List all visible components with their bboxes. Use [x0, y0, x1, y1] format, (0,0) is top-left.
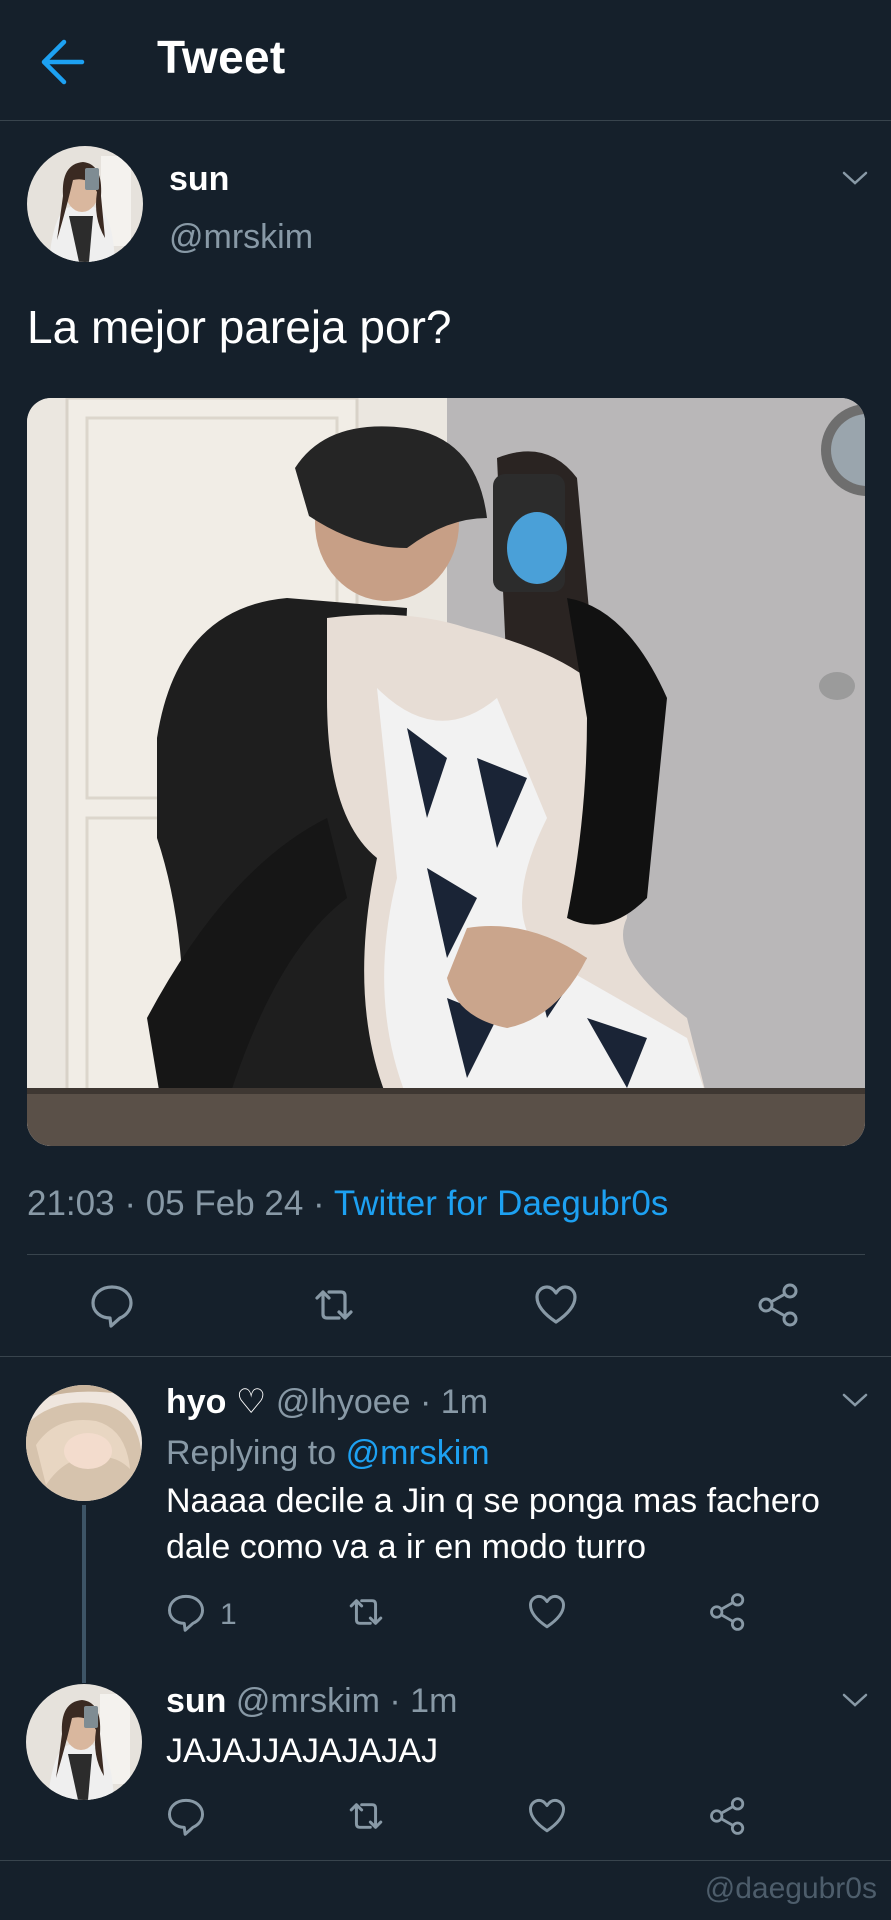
replying-to-handle[interactable]: @mrskim: [346, 1434, 490, 1472]
retweet-icon[interactable]: [346, 1592, 390, 1636]
thread-line: [82, 1505, 86, 1683]
retweet-icon[interactable]: [346, 1796, 390, 1840]
reply-author-name[interactable]: hyo: [166, 1383, 226, 1421]
replying-to: Replying to @mrskim: [166, 1434, 490, 1473]
share-icon[interactable]: [708, 1796, 752, 1840]
meta-dot: ·: [303, 1184, 334, 1223]
like-icon[interactable]: [533, 1282, 579, 1328]
replying-to-label: Replying to: [166, 1434, 337, 1472]
tweet-meta: 21:03 · 05 Feb 24 · Twitter for Daegubr0…: [27, 1184, 668, 1224]
divider: [0, 1860, 891, 1861]
share-icon[interactable]: [756, 1282, 802, 1328]
chevron-down-icon[interactable]: [840, 1690, 870, 1710]
author-avatar[interactable]: [27, 146, 143, 262]
arrow-left-icon[interactable]: [34, 36, 90, 88]
reply-author-handle[interactable]: @mrskim: [236, 1682, 380, 1720]
heart-emoji: ♡: [235, 1383, 267, 1421]
reply-text: JAJAJJAJAJAJAJ: [166, 1732, 439, 1770]
tweet-photo[interactable]: [27, 398, 865, 1146]
meta-dot: ·: [410, 1383, 441, 1421]
reply-count: 1: [220, 1598, 237, 1631]
reply-avatar[interactable]: [26, 1684, 142, 1800]
tweet-time: 21:03: [27, 1184, 115, 1223]
like-icon[interactable]: [527, 1592, 571, 1636]
reply-text-line-2: dale como va a ir en modo turro: [166, 1528, 647, 1566]
reply-header: sun @mrskim · 1m: [166, 1682, 457, 1721]
reply-time: 1m: [410, 1682, 458, 1720]
reply-author-name[interactable]: sun: [166, 1682, 226, 1720]
page-title: Tweet: [157, 31, 286, 83]
author-name[interactable]: sun: [169, 160, 229, 199]
watermark: @daegubr0s: [704, 1872, 877, 1905]
retweet-icon[interactable]: [311, 1282, 357, 1328]
meta-dot: ·: [379, 1682, 411, 1720]
divider: [0, 1356, 891, 1357]
reply-avatar[interactable]: [26, 1385, 142, 1501]
top-bar: [0, 0, 891, 121]
reply-icon[interactable]: [89, 1282, 135, 1328]
reply-time: 1m: [440, 1383, 489, 1421]
reply-header: hyo ♡ @lhyoee · 1m: [166, 1382, 488, 1422]
reply-icon[interactable]: [166, 1592, 210, 1636]
chevron-down-icon[interactable]: [840, 1390, 870, 1410]
like-icon[interactable]: [527, 1796, 571, 1840]
divider: [27, 1254, 865, 1255]
reply-author-handle[interactable]: @lhyoee: [276, 1383, 411, 1421]
tweet-date: 05 Feb 24: [145, 1184, 304, 1223]
reply-icon[interactable]: [166, 1796, 210, 1840]
tweet-text: La mejor pareja por?: [27, 301, 452, 353]
share-icon[interactable]: [708, 1592, 752, 1636]
author-handle[interactable]: @mrskim: [169, 218, 313, 257]
chevron-down-icon[interactable]: [840, 168, 870, 188]
tweet-source-link[interactable]: Twitter for Daegubr0s: [334, 1184, 669, 1223]
meta-dot: ·: [114, 1184, 146, 1223]
reply-text-line-1: Naaaa decile a Jin q se ponga mas facher…: [166, 1482, 820, 1520]
